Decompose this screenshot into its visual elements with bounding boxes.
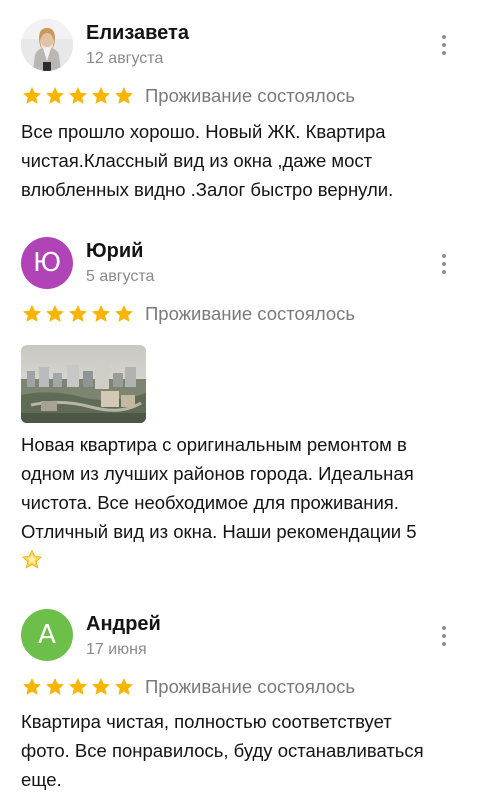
review-text-line: Все прошло хорошо. Новый ЖК. Квартира <box>21 121 386 142</box>
review-text-line: фото. Все понравилось, буду останавливат… <box>21 740 424 761</box>
rating-row: Проживание состоялось <box>21 675 355 699</box>
review-text: Квартира чистая, полностью соответствует… <box>21 707 471 794</box>
star-icon <box>92 305 110 322</box>
review-card: Ю Юрий 5 августа Проживание состоялось Н… <box>0 225 489 585</box>
star-rating <box>21 85 135 107</box>
review-text-line: Новая квартира с оригинальным ремонтом в <box>21 434 407 455</box>
review-photo[interactable] <box>21 345 146 423</box>
more-options-icon[interactable] <box>432 252 456 276</box>
review-text: Все прошло хорошо. Новый ЖК. Квартира чи… <box>21 117 471 204</box>
review-text: Новая квартира с оригинальным ремонтом в… <box>21 430 471 575</box>
star-rating <box>21 676 135 698</box>
star-icon <box>69 305 87 322</box>
review-card: А Андрей 17 июня Проживание состоялось К… <box>0 595 489 810</box>
star-icon <box>23 678 41 695</box>
review-text-line: чистая.Классный вид из окна ,даже мост <box>21 150 373 171</box>
star-icon <box>69 678 87 695</box>
star-icon <box>46 678 64 695</box>
star-icon <box>46 87 64 104</box>
review-author: Андрей <box>86 613 161 635</box>
more-options-icon[interactable] <box>432 33 456 57</box>
glowing-star-icon <box>21 549 43 569</box>
review-author: Елизавета <box>86 22 189 44</box>
star-icon <box>92 87 110 104</box>
review-text-line: еще. <box>21 769 62 790</box>
star-icon <box>115 678 133 695</box>
rating-row: Проживание состоялось <box>21 84 355 108</box>
user-photo-icon <box>21 19 73 71</box>
avatar[interactable] <box>21 19 73 71</box>
avatar[interactable]: Ю <box>21 237 73 289</box>
city-view-photo <box>21 345 146 423</box>
star-icon <box>23 87 41 104</box>
avatar-letter: Ю <box>32 248 62 278</box>
review-text-line: одном из лучших районов города. Идеальна… <box>21 463 414 484</box>
avatar[interactable]: А <box>21 609 73 661</box>
review-date: 5 августа <box>86 268 155 285</box>
star-icon <box>115 305 133 322</box>
review-text-line <box>21 546 471 575</box>
star-rating <box>21 303 135 325</box>
review-text-line: Отличный вид из окна. Наши рекомендации … <box>21 521 417 542</box>
star-icon <box>92 678 110 695</box>
star-icon <box>69 87 87 104</box>
review-text-line: чистота. Все необходимое для проживания. <box>21 492 399 513</box>
star-icon <box>23 305 41 322</box>
star-icon <box>115 87 133 104</box>
star-icon <box>46 305 64 322</box>
stay-status: Проживание состоялось <box>145 303 356 324</box>
avatar-letter: А <box>38 620 56 650</box>
stay-status: Проживание состоялось <box>145 85 356 106</box>
review-author: Юрий <box>86 240 144 262</box>
review-date: 17 июня <box>86 641 147 658</box>
more-options-icon[interactable] <box>432 624 456 648</box>
rating-row: Проживание состоялось <box>21 302 355 326</box>
review-text-line: Квартира чистая, полностью соответствует <box>21 711 392 732</box>
review-date: 12 августа <box>86 50 164 67</box>
review-text-line: влюбленных видно .Залог быстро вернули. <box>21 179 394 200</box>
review-card: Елизавета 12 августа Проживание состояло… <box>0 0 489 215</box>
stay-status: Проживание состоялось <box>145 676 356 697</box>
